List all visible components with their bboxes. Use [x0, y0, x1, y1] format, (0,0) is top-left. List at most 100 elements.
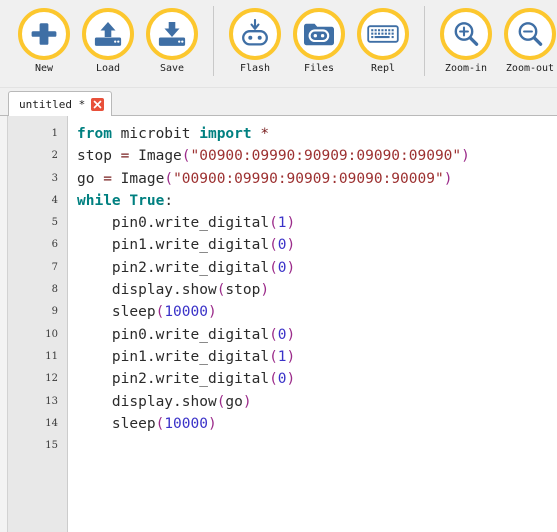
code-line: pin1.write_digital(1) [77, 346, 557, 368]
code-token: "00900:09990:90909:09090:09090" [190, 148, 462, 165]
code-token: ( [269, 371, 278, 388]
code-line: display.show(stop) [77, 279, 557, 301]
code-token: go [225, 393, 243, 410]
code-token: ) [461, 148, 470, 165]
code-token: ( [269, 348, 278, 365]
line-number: 5 [51, 217, 58, 229]
files-icon-ring [293, 8, 345, 60]
code-token: ) [260, 282, 270, 299]
code-line: stop = Image("00900:09990:90909:09090:09… [77, 145, 557, 167]
load-icon-ring [82, 8, 134, 60]
code-line: sleep(10000) [77, 413, 557, 435]
code-line: pin2.write_digital(0) [77, 368, 557, 390]
repl-button[interactable]: Repl [351, 0, 415, 74]
code-token: ) [286, 326, 296, 343]
code-editor[interactable]: 1 2 3 4 5 6 7 8 9 10 11 12 13 14 15 from microbit impo… [0, 116, 557, 532]
line-number: 6 [51, 239, 58, 251]
code-token: 1 [277, 348, 287, 365]
microbit-flash-icon [240, 19, 270, 49]
code-line: go = Image("00900:09990:90909:09090:9000… [77, 168, 557, 190]
code-token: display.show [77, 393, 217, 410]
code-line: sleep(10000) [77, 301, 557, 323]
code-token: pin0.write_digital [77, 215, 270, 232]
code-area[interactable]: from microbit import * stop = Image("0090… [68, 116, 557, 532]
code-token: ) [286, 348, 296, 365]
code-line: pin1.write_digital(0) [77, 234, 557, 256]
zoom-in-icon-ring [440, 8, 492, 60]
files-button-label: Files [303, 63, 335, 74]
tab-bar: untitled * [0, 88, 557, 116]
code-token: while [77, 192, 130, 209]
save-button-label: Save [159, 63, 185, 74]
toolbar-group-device: Flash Files Repl [223, 0, 415, 86]
code-token: ) [286, 259, 296, 276]
code-token: 10000 [164, 304, 208, 321]
code-token: go [77, 170, 104, 187]
line-number: 14 [45, 417, 58, 429]
line-number: 15 [45, 440, 58, 452]
keyboard-icon [367, 22, 399, 46]
code-token: stop [225, 282, 261, 299]
zoom-out-button-label: Zoom-out [505, 63, 555, 74]
line-number-gutter: 1 2 3 4 5 6 7 8 9 10 11 12 13 14 15 [8, 116, 68, 532]
load-button[interactable]: Load [76, 0, 140, 74]
code-token: "00900:09990:90909:09090:90009" [173, 170, 444, 187]
flash-button-label: Flash [239, 63, 271, 74]
code-token: ) [443, 170, 453, 187]
code-token: display.show [77, 282, 217, 299]
tab-untitled[interactable]: untitled * [8, 91, 113, 116]
editor-left-scrollbar[interactable] [0, 116, 8, 532]
line-number: 11 [45, 350, 58, 362]
upload-icon [93, 20, 123, 48]
toolbar-group-zoom: Zoom-in Zoom-out [434, 0, 557, 86]
code-line: from microbit import * [77, 123, 557, 145]
load-button-label: Load [95, 63, 121, 74]
code-token: ( [155, 304, 165, 321]
save-button[interactable]: Save [140, 0, 204, 74]
code-token: 0 [277, 371, 287, 388]
new-button-label: New [34, 63, 54, 74]
toolbar-separator-2 [424, 6, 425, 76]
code-token: Image [138, 148, 182, 165]
zoom-out-icon-ring [504, 8, 556, 60]
close-icon[interactable] [91, 97, 105, 111]
code-token: ) [207, 415, 217, 432]
repl-button-label: Repl [370, 63, 396, 74]
code-token: pin0.write_digital [77, 326, 270, 343]
code-token: : [164, 192, 174, 209]
code-token: pin1.write_digital [77, 237, 270, 254]
code-token: 0 [277, 237, 287, 254]
zoom-out-button[interactable]: Zoom-out [498, 0, 557, 74]
new-button[interactable]: New [12, 0, 76, 74]
files-button[interactable]: Files [287, 0, 351, 74]
code-line: pin0.write_digital(1) [77, 212, 557, 234]
save-icon-ring [146, 8, 198, 60]
mu-editor-window: New Load Save Flash Files Repl Zoom-in Z… [0, 0, 557, 532]
line-number: 4 [51, 194, 58, 206]
new-icon-ring [18, 8, 70, 60]
flash-icon-ring [229, 8, 281, 60]
code-token: ) [207, 304, 217, 321]
repl-icon-ring [357, 8, 409, 60]
code-token: 0 [277, 259, 287, 276]
code-token: ) [286, 237, 296, 254]
code-token: sleep [77, 304, 156, 321]
line-number: 8 [51, 284, 58, 296]
code-line: while True: [77, 190, 557, 212]
toolbar-group-file: New Load Save [12, 0, 204, 86]
code-token: ( [269, 237, 278, 254]
code-token: from [77, 126, 121, 142]
code-line: display.show(go) [77, 391, 557, 413]
line-number: 3 [51, 172, 58, 184]
folder-microbit-icon [302, 19, 336, 49]
toolbar-separator-1 [213, 6, 214, 76]
zoom-in-button[interactable]: Zoom-in [434, 0, 498, 74]
code-token: ( [181, 148, 191, 165]
line-number: 7 [51, 261, 58, 273]
code-token: = [103, 170, 121, 187]
line-number: 13 [45, 395, 58, 407]
code-token: ( [155, 415, 165, 432]
flash-button[interactable]: Flash [223, 0, 287, 74]
line-number: 12 [45, 373, 58, 385]
